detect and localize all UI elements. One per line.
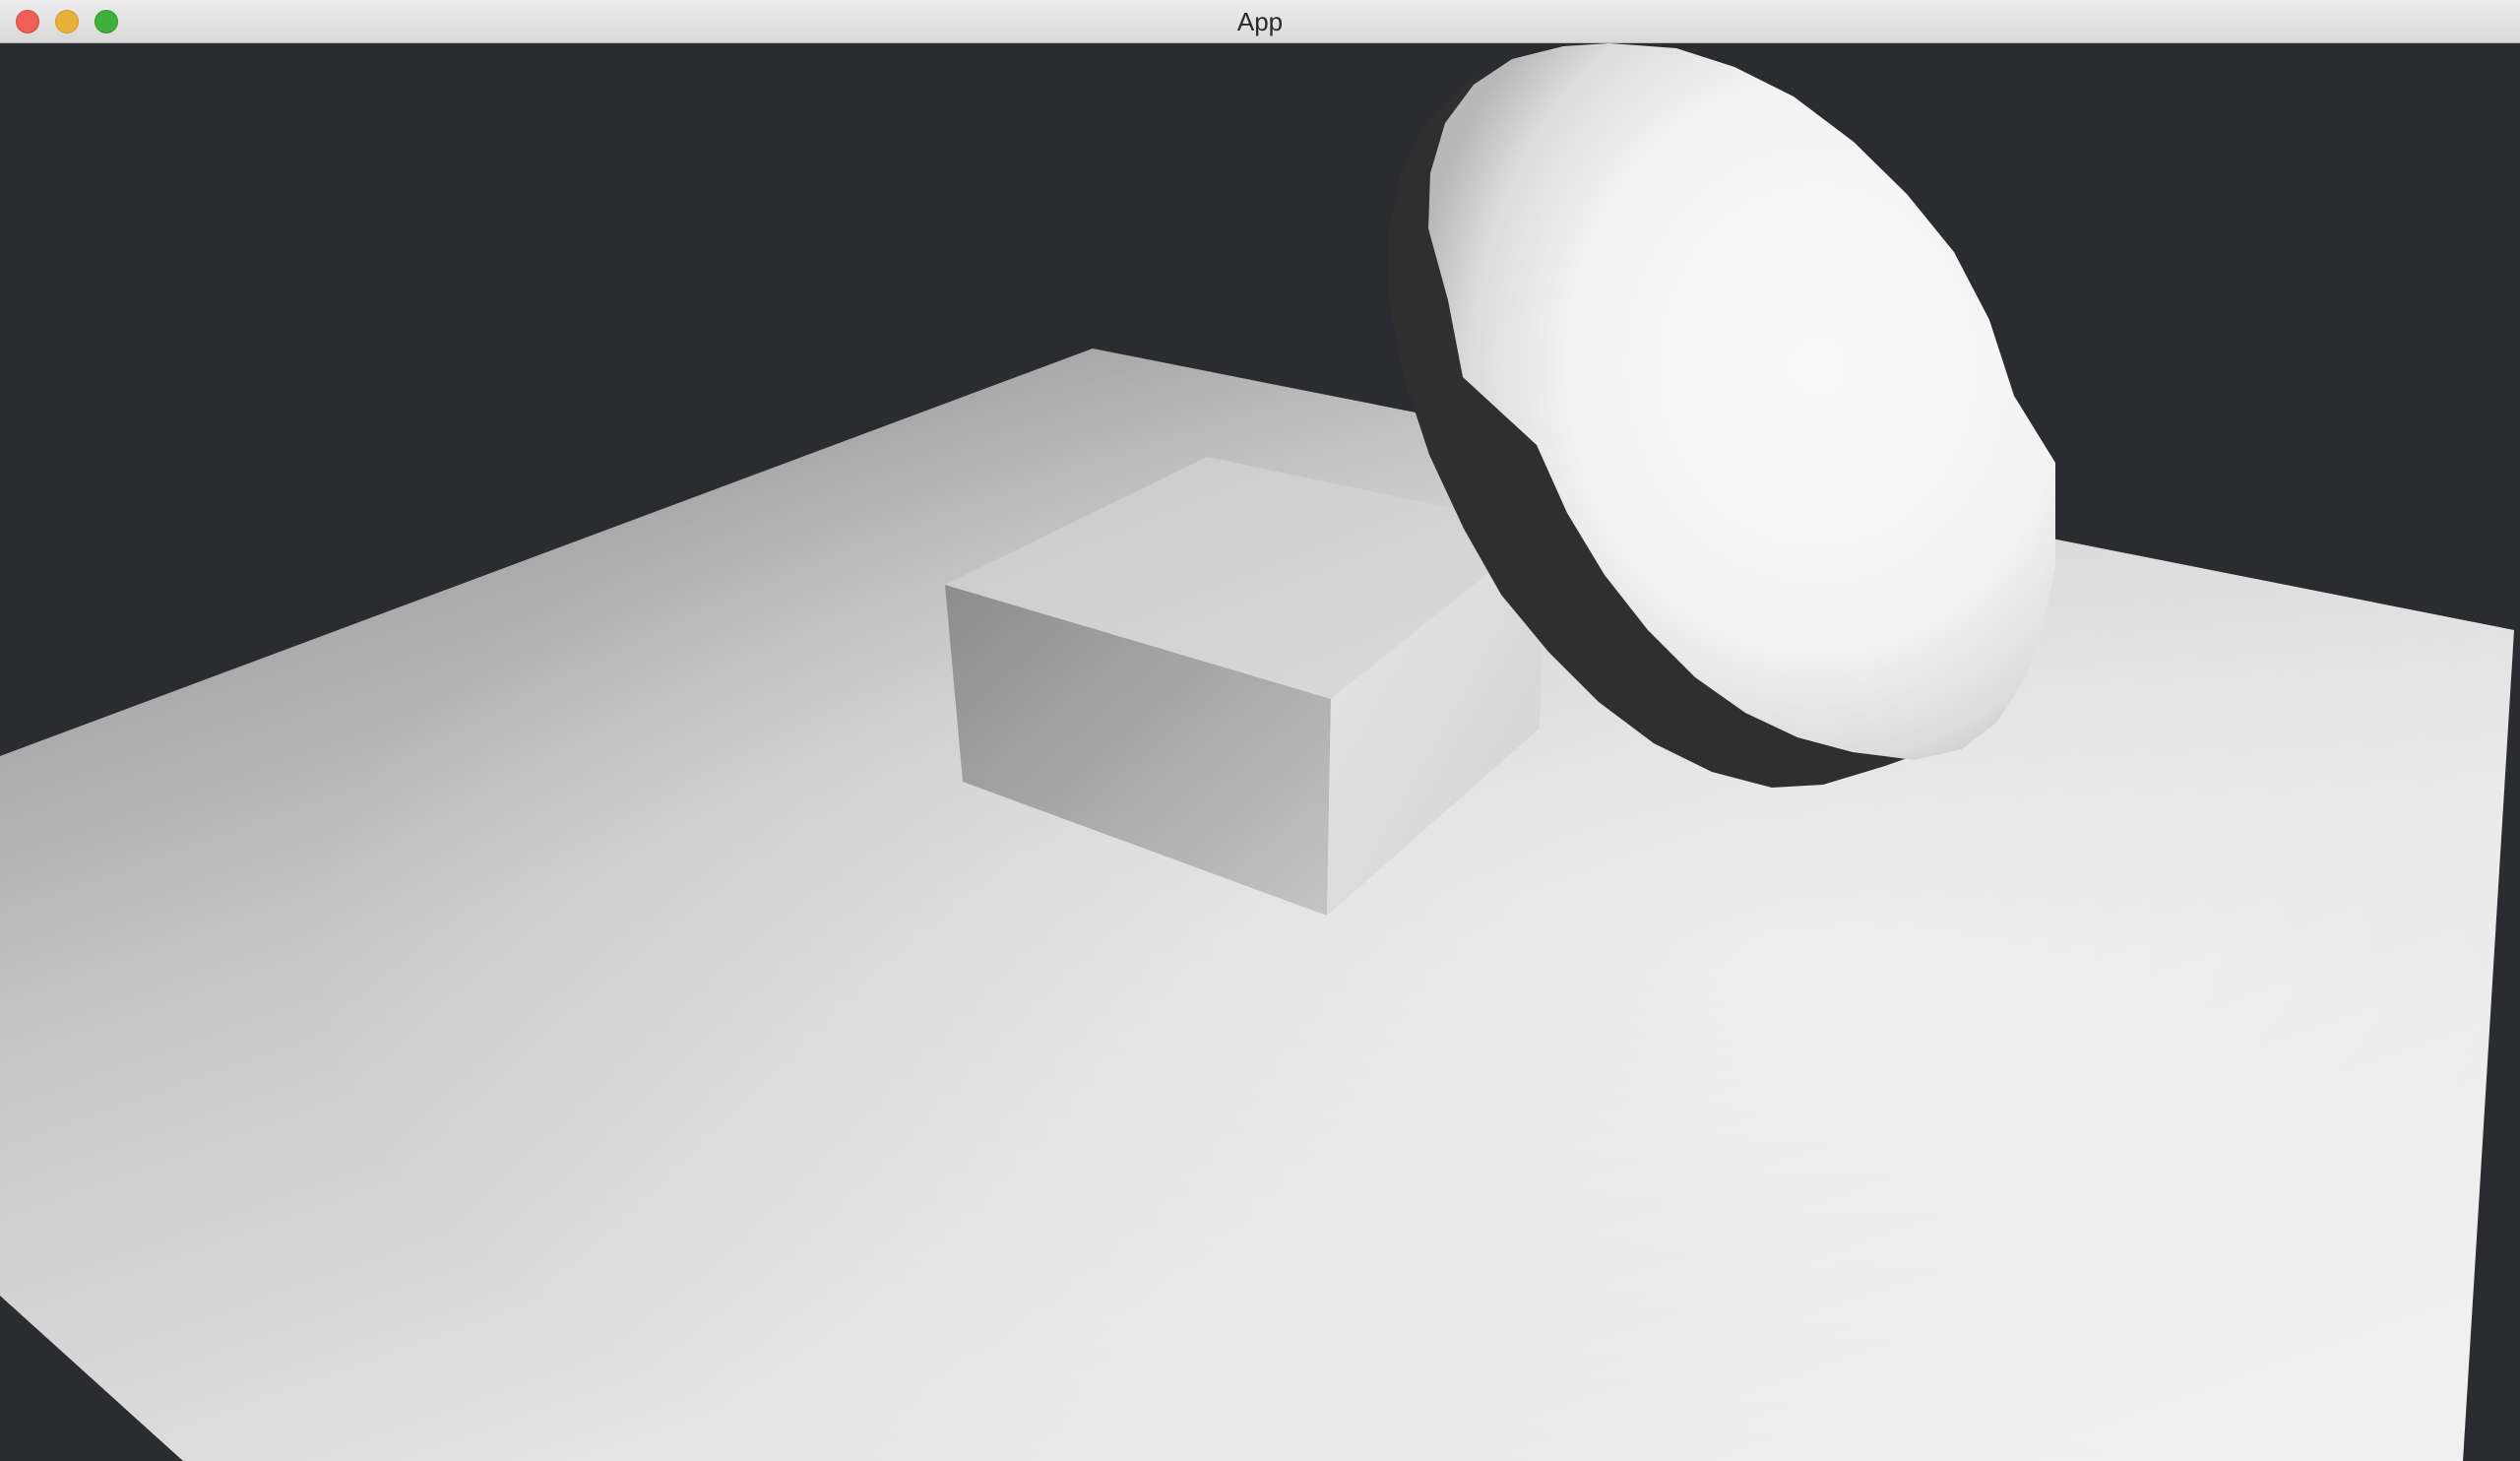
scene-canvas[interactable]: [0, 43, 2520, 1461]
app-window: App: [0, 0, 2520, 1461]
3d-viewport[interactable]: [0, 43, 2520, 1461]
title-bar[interactable]: App: [0, 0, 2520, 43]
window-title: App: [1236, 7, 1284, 36]
